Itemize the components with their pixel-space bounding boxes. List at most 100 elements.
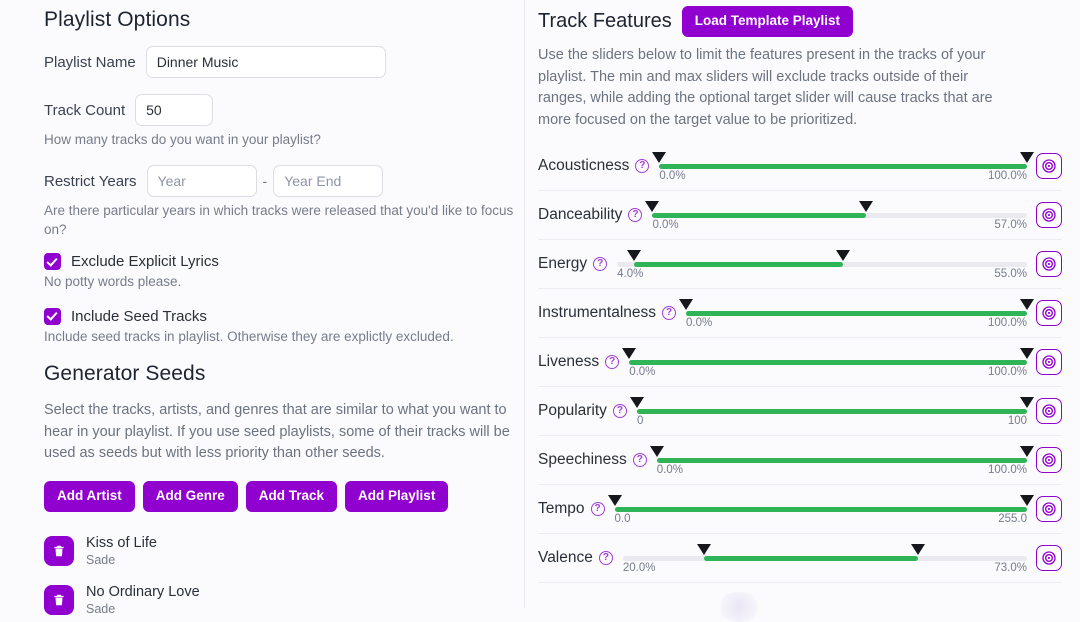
slider-value-labels: 0.0% 57.0% — [652, 219, 1027, 231]
slider-value-labels: 0.0 255.0 — [615, 513, 1027, 525]
target-icon[interactable] — [1036, 496, 1062, 523]
slider-min-handle[interactable] — [696, 544, 711, 556]
background-watermark — [716, 592, 762, 622]
range-slider[interactable]: 0.0% 100.0% — [679, 296, 1034, 330]
question-mark-icon[interactable]: ? — [593, 257, 608, 272]
seed-buttons-row: Add Artist Add Genre Add Track Add Playlist — [44, 481, 530, 512]
slider-max-handle[interactable] — [910, 544, 925, 556]
add-playlist-button[interactable]: Add Playlist — [345, 481, 449, 512]
feature-name: Liveness — [538, 353, 600, 371]
generator-seeds-description: Select the tracks, artists, and genres t… — [44, 401, 510, 462]
slider-max-handle[interactable] — [835, 250, 850, 262]
target-icon[interactable] — [1036, 545, 1062, 572]
track-features-title: Track Features — [538, 9, 672, 32]
range-slider[interactable]: 0.0% 57.0% — [645, 198, 1027, 232]
target-icon[interactable] — [1036, 447, 1062, 474]
exclude-explicit-checkbox-row[interactable]: Exclude Explicit Lyrics — [44, 253, 530, 271]
track-count-row: Track Count — [44, 94, 530, 126]
slider-min-value: 0 — [636, 415, 644, 428]
slider-min-handle[interactable] — [679, 299, 694, 311]
include-seed-label: Include Seed Tracks — [71, 307, 207, 325]
checkmark-icon[interactable] — [44, 253, 61, 271]
range-slider[interactable]: 0 100 — [629, 394, 1034, 428]
include-seed-checkbox-row[interactable]: Include Seed Tracks — [44, 307, 530, 325]
track-count-input[interactable] — [135, 94, 214, 126]
feature-slider-row: Acousticness? 0.0% 100.0% — [538, 142, 1062, 191]
question-mark-icon[interactable]: ? — [605, 355, 620, 370]
range-slider[interactable]: 0.0% 100.0% — [652, 149, 1034, 183]
target-icon[interactable] — [1036, 153, 1062, 180]
feature-label: Acousticness? — [538, 157, 650, 175]
feature-name: Valence — [538, 549, 593, 567]
add-genre-button[interactable]: Add Genre — [142, 481, 238, 512]
slider-min-handle[interactable] — [652, 152, 667, 164]
slider-min-handle[interactable] — [626, 250, 641, 262]
slider-min-handle[interactable] — [622, 348, 637, 360]
target-icon[interactable] — [1036, 398, 1062, 425]
trash-icon[interactable] — [44, 536, 74, 567]
slider-max-handle[interactable] — [1020, 446, 1034, 458]
restrict-years-help: Are there particular years in which trac… — [44, 203, 514, 238]
seed-text: Kiss of Life Sade — [86, 534, 157, 569]
slider-max-value: 100.0% — [987, 464, 1027, 477]
slider-fill — [703, 556, 918, 562]
range-slider[interactable]: 0.0% 100.0% — [649, 443, 1034, 477]
slider-max-handle[interactable] — [1020, 299, 1034, 311]
range-slider[interactable]: 0.0% 100.0% — [622, 345, 1034, 379]
year-start-input[interactable] — [146, 165, 257, 198]
slider-min-handle[interactable] — [649, 446, 664, 458]
target-icon[interactable] — [1036, 251, 1062, 278]
question-mark-icon[interactable]: ? — [662, 306, 677, 321]
range-slider[interactable]: 0.0 255.0 — [607, 492, 1034, 526]
slider-max-handle[interactable] — [1020, 495, 1034, 507]
seed-title: Kiss of Life — [86, 534, 157, 551]
slider-value-labels: 20.0% 73.0% — [623, 562, 1027, 574]
slider-min-value: 0.0% — [656, 464, 683, 477]
add-artist-button[interactable]: Add Artist — [44, 481, 135, 512]
feature-slider-list: Acousticness? 0.0% 100.0% Danceability? 0.0%… — [538, 142, 1062, 583]
slider-min-handle[interactable] — [645, 201, 660, 213]
feature-label: Instrumentalness? — [538, 304, 677, 322]
list-item: No Ordinary Love Sade — [44, 583, 530, 618]
question-mark-icon[interactable]: ? — [612, 404, 627, 419]
question-mark-icon[interactable]: ? — [632, 453, 647, 468]
feature-label: Liveness? — [538, 353, 620, 371]
slider-max-value: 73.0% — [994, 562, 1027, 575]
slider-max-value: 100.0% — [987, 170, 1027, 183]
list-item: Kiss of Life Sade — [44, 534, 530, 569]
feature-label: Danceability? — [538, 206, 643, 224]
feature-slider-row: Tempo? 0.0 255.0 — [538, 485, 1062, 534]
slider-max-handle[interactable] — [1020, 348, 1034, 360]
slider-min-value: 20.0% — [622, 562, 656, 575]
feature-slider-row: Energy? 4.0% 55.0% — [538, 240, 1062, 289]
slider-fill — [686, 311, 1027, 317]
feature-name: Instrumentalness — [538, 304, 657, 322]
slider-min-handle[interactable] — [629, 397, 644, 409]
track-count-help: How many tracks do you want in your play… — [44, 132, 321, 147]
checkmark-icon[interactable] — [44, 307, 61, 325]
year-end-input[interactable] — [273, 165, 384, 198]
slider-min-handle[interactable] — [607, 495, 622, 507]
load-template-playlist-button[interactable]: Load Template Playlist — [681, 6, 854, 37]
slider-max-handle[interactable] — [858, 201, 873, 213]
slider-value-labels: 0 100 — [637, 415, 1027, 427]
target-icon[interactable] — [1036, 349, 1062, 376]
add-track-button[interactable]: Add Track — [245, 481, 338, 512]
range-slider[interactable]: 20.0% 73.0% — [622, 541, 1027, 575]
playlist-options-panel: Playlist Options Playlist Name Track Cou… — [0, 0, 530, 616]
question-mark-icon[interactable]: ? — [635, 159, 650, 174]
question-mark-icon[interactable]: ? — [598, 551, 613, 566]
playlist-name-input[interactable] — [145, 46, 386, 78]
question-mark-icon[interactable]: ? — [590, 502, 605, 517]
trash-icon[interactable] — [44, 585, 74, 616]
playlist-name-row: Playlist Name — [44, 46, 530, 78]
target-icon[interactable] — [1036, 300, 1062, 327]
exclude-explicit-label: Exclude Explicit Lyrics — [71, 253, 219, 271]
slider-max-handle[interactable] — [1020, 397, 1034, 409]
range-slider[interactable]: 4.0% 55.0% — [617, 247, 1027, 281]
panel-divider — [524, 0, 525, 608]
question-mark-icon[interactable]: ? — [628, 208, 643, 223]
slider-max-handle[interactable] — [1020, 152, 1034, 164]
feature-label: Speechiness? — [538, 451, 647, 469]
target-icon[interactable] — [1036, 202, 1062, 229]
